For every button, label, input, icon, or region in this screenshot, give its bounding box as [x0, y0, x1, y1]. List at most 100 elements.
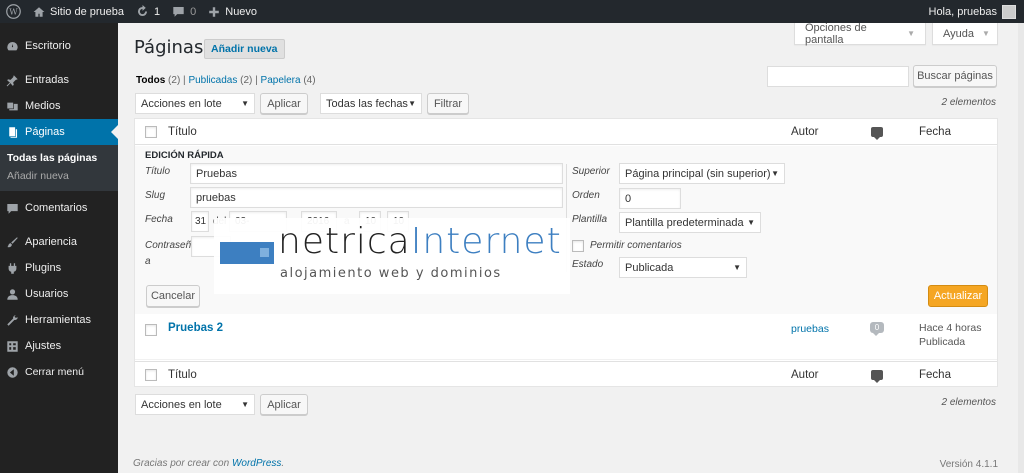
filter-published[interactable]: Publicadas: [188, 75, 237, 86]
filter-all[interactable]: Todos: [136, 75, 165, 86]
column-title-bottom[interactable]: Título: [168, 369, 197, 381]
allow-comments-label: Permitir comentarios: [590, 240, 682, 251]
menu-item-usuarios[interactable]: Usuarios: [0, 281, 118, 307]
users-icon: [7, 288, 18, 300]
select-all-checkbox-bottom[interactable]: [145, 369, 157, 381]
menu-item-ajustes[interactable]: Ajustes: [0, 333, 118, 359]
my-account-link[interactable]: Hola, pruebas: [923, 0, 1024, 23]
dropdown-arrow-icon: ▼: [733, 263, 741, 272]
screen-options-button[interactable]: Opciones de pantalla ▼: [794, 21, 926, 46]
status-select[interactable]: Publicada ▼: [619, 257, 747, 278]
column-title[interactable]: Título: [168, 126, 197, 138]
bulk-actions-value-bottom: Acciones en lote: [141, 398, 222, 411]
day-input[interactable]: 31: [191, 211, 209, 232]
bulk-actions-select-top[interactable]: Acciones en lote ▼: [135, 93, 255, 114]
template-label: Plantilla: [572, 214, 608, 225]
date-filter-select[interactable]: Todas las fechas ▼: [320, 93, 422, 114]
menu-item-apariencia[interactable]: Apariencia: [0, 229, 118, 255]
dashboard-icon: [7, 41, 18, 50]
parent-select[interactable]: Página principal (sin superior) ▼: [619, 163, 785, 184]
column-author: Autor: [791, 125, 819, 138]
menu-label-cerrar: Cerrar menú: [25, 366, 84, 378]
filter-trash-count: (4): [303, 75, 316, 86]
wordpress-logo-icon[interactable]: W: [0, 0, 27, 23]
netrica-logo-mark: [220, 242, 274, 264]
menu-item-comentarios[interactable]: Comentarios: [0, 195, 118, 221]
footer-version: Versión 4.1.1: [939, 459, 998, 470]
menu-label-entradas: Entradas: [25, 74, 70, 86]
collapse-menu-button[interactable]: Cerrar menú: [0, 359, 118, 385]
menu-label-usuarios: Usuarios: [25, 288, 69, 300]
wordpress-link[interactable]: WordPress: [232, 458, 281, 469]
row-status: Publicada: [919, 336, 966, 348]
settings-icon: [7, 340, 18, 352]
order-input[interactable]: 0: [619, 188, 681, 209]
filter-trash[interactable]: Papelera: [261, 75, 301, 86]
row-author-link[interactable]: pruebas: [791, 323, 829, 335]
menu-label-escritorio: Escritorio: [25, 40, 71, 52]
search-pages-button[interactable]: Buscar páginas: [913, 65, 997, 87]
menu-item-medios[interactable]: Medios: [0, 93, 118, 119]
wrench-icon: [7, 314, 18, 326]
select-all-checkbox[interactable]: [145, 126, 157, 138]
row-comment-count[interactable]: 0: [870, 322, 884, 336]
status-select-value: Publicada: [625, 261, 674, 274]
updates-count: 1: [154, 5, 161, 18]
search-input[interactable]: [767, 66, 909, 87]
svg-text:W: W: [9, 7, 18, 17]
apply-button-top[interactable]: Aplicar: [260, 93, 308, 114]
row-title-link[interactable]: Pruebas 2: [168, 322, 223, 334]
submenu-add-new[interactable]: Añadir nueva: [0, 167, 118, 185]
apply-button-bottom[interactable]: Aplicar: [260, 394, 308, 415]
menu-item-escritorio[interactable]: Escritorio: [0, 33, 118, 59]
allow-comments-checkbox[interactable]: [572, 240, 584, 252]
site-name-link[interactable]: Sitio de prueba: [27, 0, 130, 23]
updates-link[interactable]: 1: [130, 0, 166, 23]
column-date-bottom[interactable]: Fecha: [919, 369, 951, 381]
filter-button[interactable]: Filtrar: [427, 93, 469, 114]
item-count-top: 2 elementos: [941, 97, 996, 108]
comments-column-icon[interactable]: [871, 370, 883, 383]
date-filter-value: Todas las fechas: [326, 97, 408, 110]
order-label: Orden: [572, 190, 600, 201]
menu-item-herramientas[interactable]: Herramientas: [0, 307, 118, 333]
submenu-all-pages[interactable]: Todas las páginas: [0, 149, 118, 167]
new-content-link[interactable]: Nuevo: [202, 0, 263, 23]
row-checkbox[interactable]: [145, 324, 157, 336]
template-select[interactable]: Plantilla predeterminada ▼: [619, 212, 761, 233]
column-date[interactable]: Fecha: [919, 126, 951, 138]
footer-thanks: Gracias por crear con WordPress.: [133, 458, 285, 469]
update-button[interactable]: Actualizar: [928, 285, 988, 307]
add-new-button[interactable]: Añadir nueva: [204, 39, 285, 59]
plus-icon: [209, 6, 220, 17]
screen-options-label: Opciones de pantalla: [805, 21, 867, 46]
chevron-down-icon: ▼: [907, 29, 915, 38]
title-input[interactable]: Pruebas: [190, 163, 563, 184]
comments-link[interactable]: 0: [166, 0, 202, 23]
pages-submenu: Todas las páginas Añadir nueva: [0, 145, 118, 191]
quick-edit-heading: EDICIÓN RÁPIDA: [145, 150, 224, 161]
brand-part-a: netrica: [278, 221, 411, 262]
help-label: Ayuda: [943, 27, 974, 40]
cancel-button[interactable]: Cancelar: [146, 285, 200, 307]
filter-all-count: (2): [168, 75, 181, 86]
bulk-actions-select-bottom[interactable]: Acciones en lote ▼: [135, 394, 255, 415]
menu-item-paginas[interactable]: Páginas: [0, 119, 118, 145]
site-name-label: Sitio de prueba: [50, 5, 124, 18]
menu-label-plugins: Plugins: [25, 262, 62, 274]
comments-count: 0: [190, 5, 197, 18]
comments-icon: [7, 203, 18, 214]
menu-label-ajustes: Ajustes: [25, 340, 62, 352]
bulk-actions-value: Acciones en lote: [141, 97, 222, 110]
slug-input[interactable]: pruebas: [190, 187, 563, 208]
dropdown-arrow-icon: ▼: [241, 99, 249, 108]
menu-item-entradas[interactable]: Entradas: [0, 67, 118, 93]
netrica-watermark: netricaInternet alojamiento web y domini…: [214, 218, 570, 294]
help-button[interactable]: Ayuda ▼: [932, 23, 998, 45]
menu-item-plugins[interactable]: Plugins: [0, 255, 118, 281]
comments-column-icon[interactable]: [871, 127, 883, 140]
brand-part-b: Internet: [410, 221, 562, 262]
template-select-value: Plantilla predeterminada: [625, 216, 744, 229]
date-label: Fecha: [145, 214, 173, 225]
page-scrollbar[interactable]: [1018, 23, 1024, 473]
